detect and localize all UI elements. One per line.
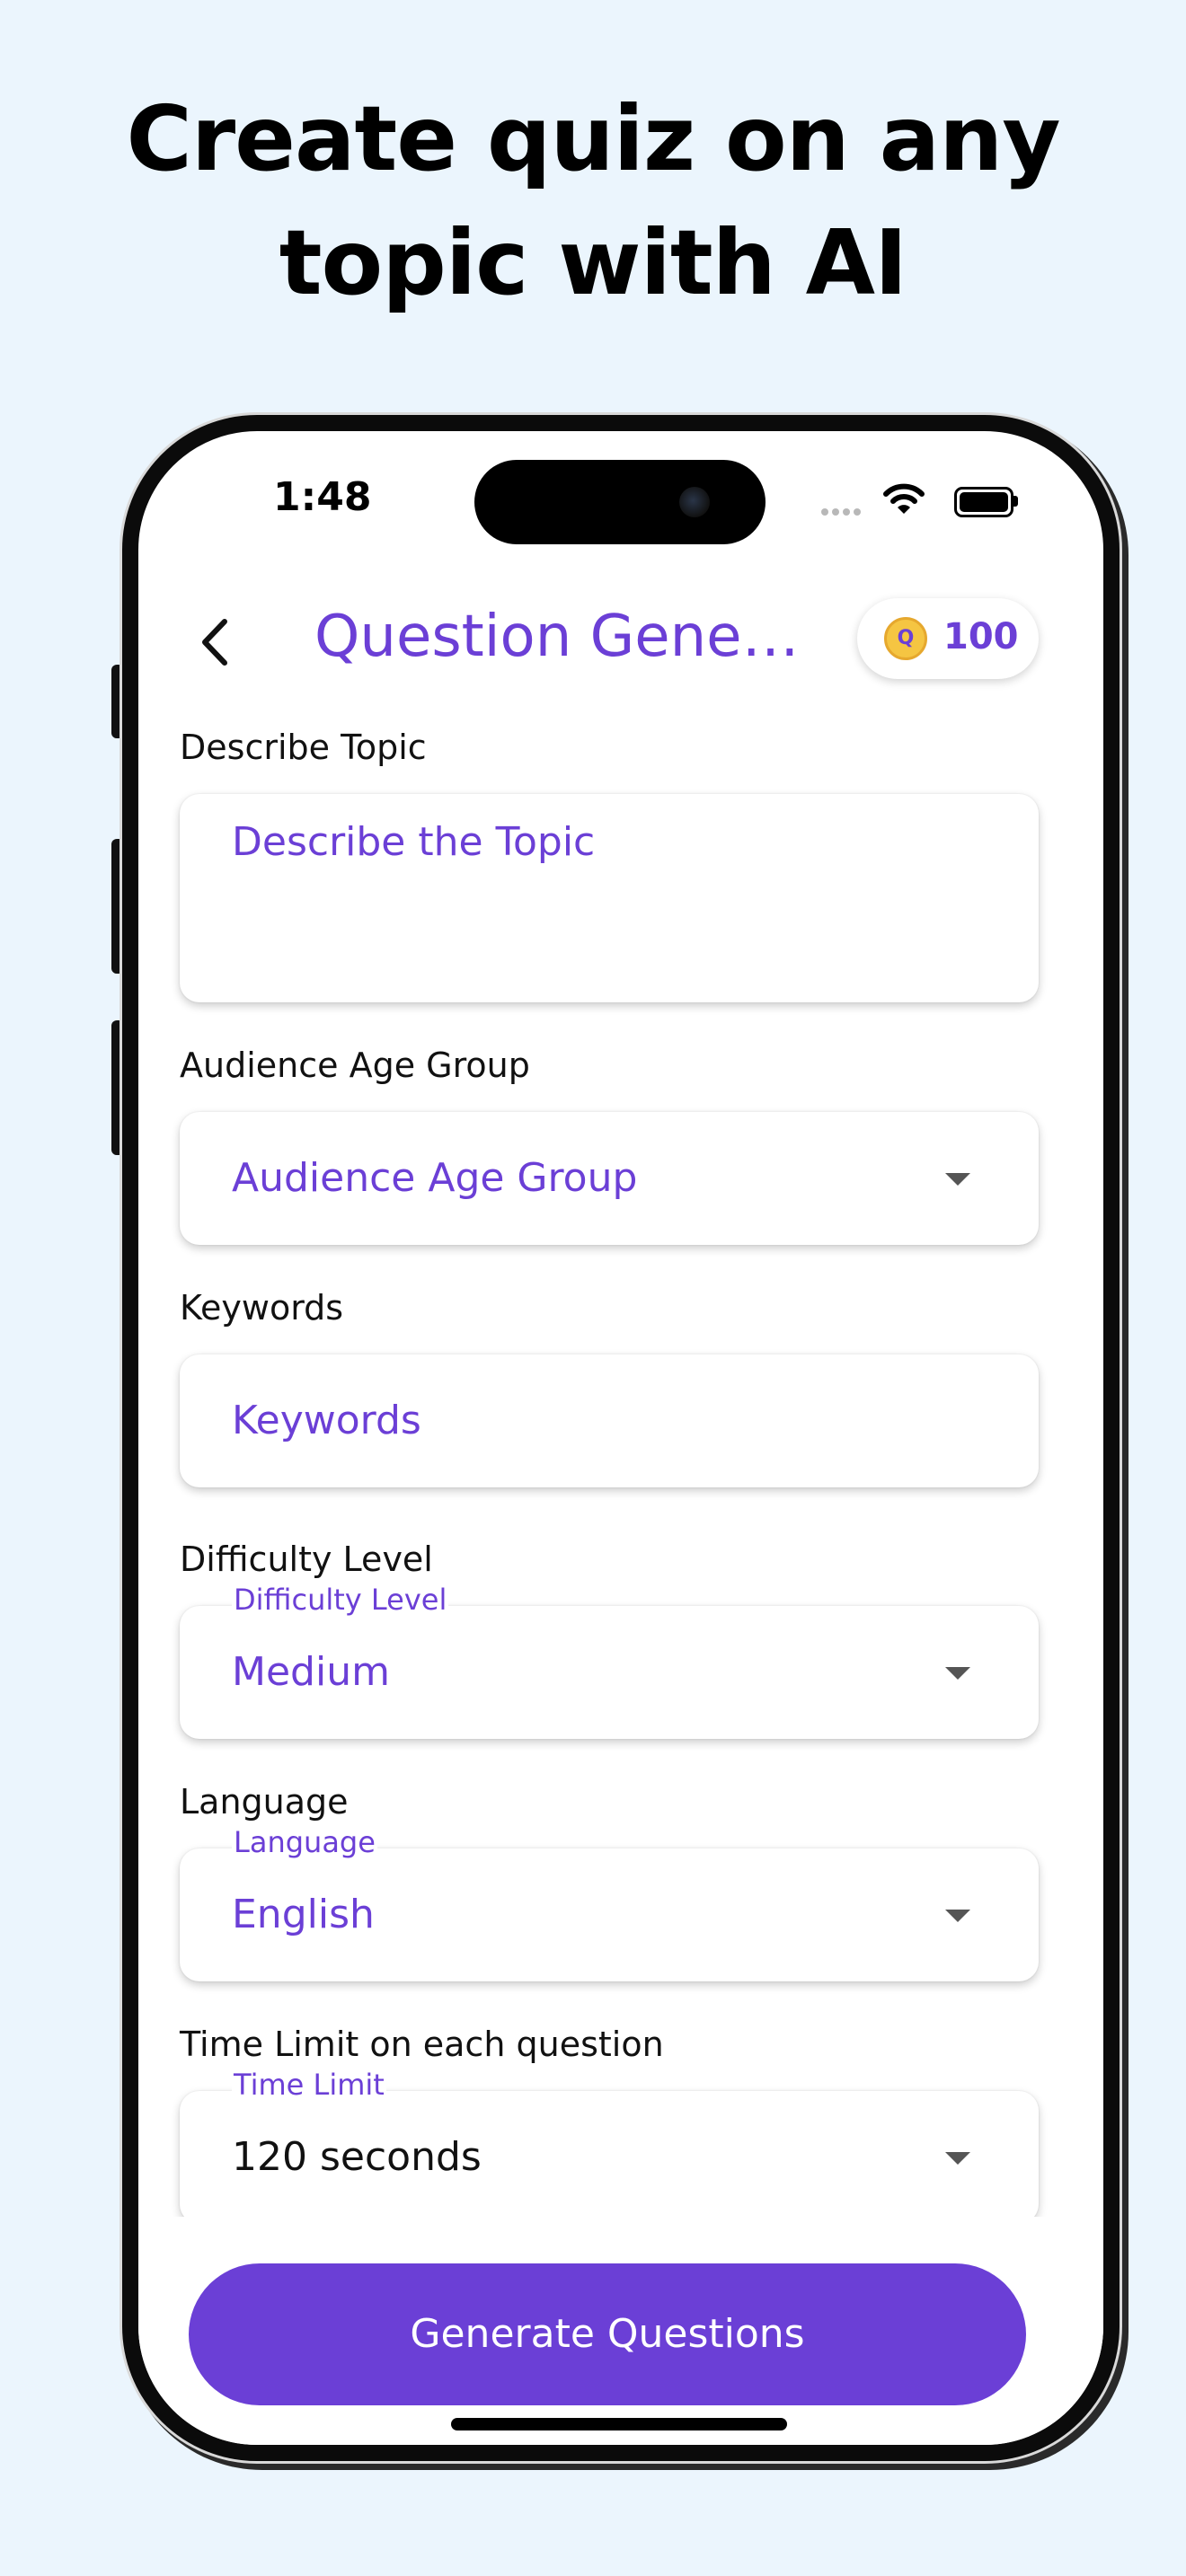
- signal-dot: [843, 508, 850, 516]
- dynamic-island: [474, 460, 766, 544]
- keywords-placeholder: Keywords: [232, 1398, 421, 1443]
- signal-dot: [832, 508, 839, 516]
- topic-input[interactable]: Describe the Topic: [180, 794, 1039, 1002]
- home-indicator[interactable]: [451, 2418, 787, 2430]
- time-limit-value: 120 seconds: [232, 2134, 482, 2180]
- caret-down-icon: [945, 1910, 970, 1922]
- difficulty-value: Medium: [232, 1649, 390, 1695]
- signal-icon: [821, 508, 828, 516]
- difficulty-floating-label: Difficulty Level: [232, 1583, 449, 1617]
- age-group-dropdown[interactable]: Audience Age Group: [180, 1112, 1039, 1245]
- battery-level: [960, 492, 1008, 512]
- battery-tip: [1013, 496, 1018, 507]
- age-group-placeholder: Audience Age Group: [232, 1155, 638, 1201]
- wifi-icon: [883, 483, 925, 514]
- coin-balance-badge[interactable]: Q 100: [857, 598, 1039, 679]
- headline: Create quiz on any topic with AI: [0, 77, 1186, 325]
- back-button[interactable]: [185, 611, 248, 674]
- page-title: Question Gener…: [314, 604, 818, 670]
- coin-icon: Q: [884, 617, 927, 660]
- age-group-label: Audience Age Group: [180, 1045, 530, 1085]
- language-dropdown[interactable]: Language English: [180, 1825, 1039, 1981]
- difficulty-dropdown[interactable]: Difficulty Level Medium: [180, 1583, 1039, 1739]
- camera-icon: [679, 487, 710, 517]
- topic-label: Describe Topic: [180, 728, 427, 767]
- caret-down-icon: [945, 2152, 970, 2165]
- phone-frame: 1:48 Question Gener… Q 100 Describe Topi…: [122, 415, 1120, 2461]
- language-value: English: [232, 1892, 375, 1937]
- keywords-input[interactable]: Keywords: [180, 1354, 1039, 1487]
- headline-line-2: topic with AI: [279, 210, 908, 315]
- battery-icon: [954, 487, 1013, 517]
- status-time: 1:48: [273, 474, 372, 520]
- keywords-label: Keywords: [180, 1288, 344, 1328]
- time-limit-label: Time Limit on each question: [180, 2025, 664, 2064]
- time-limit-dropdown[interactable]: Time Limit 120 seconds: [180, 2068, 1039, 2224]
- difficulty-label: Difficulty Level: [180, 1539, 433, 1579]
- topic-placeholder: Describe the Topic: [232, 819, 596, 865]
- headline-line-1: Create quiz on any: [126, 86, 1060, 191]
- chevron-left-icon: [202, 619, 227, 666]
- caret-down-icon: [945, 1173, 970, 1186]
- signal-dot: [854, 508, 861, 516]
- time-limit-floating-label: Time Limit: [232, 2068, 386, 2102]
- coin-count: 100: [943, 616, 1019, 657]
- caret-down-icon: [945, 1667, 970, 1680]
- generate-questions-button[interactable]: Generate Questions: [189, 2263, 1026, 2405]
- language-label: Language: [180, 1782, 349, 1822]
- language-floating-label: Language: [232, 1825, 377, 1859]
- status-icons: [821, 476, 1055, 521]
